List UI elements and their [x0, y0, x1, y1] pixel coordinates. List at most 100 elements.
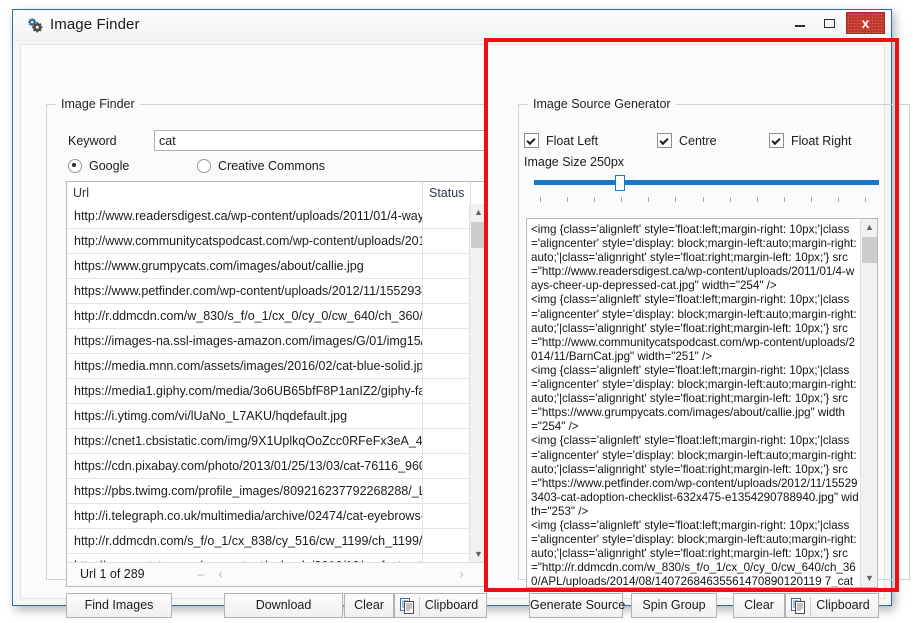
download-button[interactable]: Download — [224, 593, 343, 618]
url-grid-body[interactable]: http://www.readersdigest.ca/wp-content/u… — [67, 204, 471, 563]
source-scrollbar[interactable]: ▲ ▼ — [860, 219, 877, 587]
find-images-button[interactable]: Find Images — [66, 593, 172, 618]
table-row[interactable]: https://media1.giphy.com/media/3o6UB65bf… — [67, 379, 471, 404]
cell-url[interactable]: http://r.ddmcdn.com/w_830/s_f/o_1/cx_0/c… — [67, 304, 423, 328]
cell-url[interactable]: https://www.grumpycats.com/images/about/… — [67, 254, 423, 278]
checkbox-float-right[interactable]: Float Right — [769, 133, 851, 148]
column-header-status[interactable]: Status — [423, 182, 471, 204]
url-grid-scrollbar-thumb[interactable] — [471, 222, 486, 248]
window-title: Image Finder — [50, 16, 140, 33]
chevron-up-icon[interactable]: ▲ — [861, 219, 877, 236]
table-row[interactable]: https://pbs.twimg.com/profile_images/809… — [67, 479, 471, 504]
table-row[interactable]: https://i.ytimg.com/vi/lUaNo_L7AKU/hqdef… — [67, 404, 471, 429]
cell-status[interactable] — [423, 479, 471, 503]
clear-button-left[interactable]: Clear — [344, 593, 394, 618]
spin-group-button[interactable]: Spin Group — [631, 593, 717, 618]
clipboard-icon — [791, 598, 806, 622]
table-row[interactable]: https://www.petfinder.com/wp-content/upl… — [67, 279, 471, 304]
cell-status[interactable] — [423, 204, 471, 228]
radio-google[interactable]: Google — [68, 159, 129, 173]
table-row[interactable]: https://www.grumpycats.com/images/about/… — [67, 254, 471, 279]
keyword-label: Keyword — [68, 134, 117, 148]
grid-minus-button[interactable]: – — [192, 566, 209, 583]
cell-status[interactable] — [423, 304, 471, 328]
cell-status[interactable] — [423, 354, 471, 378]
cell-status[interactable] — [423, 454, 471, 478]
cell-url[interactable]: https://cdn.pixabay.com/photo/2013/01/25… — [67, 454, 423, 478]
source-text[interactable]: <img {class='alignleft' style='float:lef… — [527, 219, 862, 587]
url-grid-scrollbar[interactable]: ▲ ▼ — [469, 204, 486, 563]
radio-creative-commons-dot — [197, 159, 211, 173]
clipboard-label-left: Clipboard — [424, 598, 479, 612]
cell-status[interactable] — [423, 254, 471, 278]
slider-tick — [648, 197, 650, 202]
checkbox-float-left[interactable]: Float Left — [524, 133, 598, 148]
generate-source-button[interactable]: Generate Source — [529, 593, 625, 618]
cell-url[interactable]: http://www.communitycatspodcast.com/wp-c… — [67, 229, 423, 253]
table-row[interactable]: http://r.ddmcdn.com/w_830/s_f/o_1/cx_0/c… — [67, 304, 471, 329]
close-icon: x — [861, 15, 870, 31]
slider-tick — [810, 197, 812, 202]
cell-status[interactable] — [423, 404, 471, 428]
table-row[interactable]: https://images-na.ssl-images-amazon.com/… — [67, 329, 471, 354]
table-row[interactable]: https://media.mnn.com/assets/images/2016… — [67, 354, 471, 379]
table-row[interactable]: http://i.telegraph.co.uk/multimedia/arch… — [67, 504, 471, 529]
table-row[interactable]: http://www.readersdigest.ca/wp-content/u… — [67, 204, 471, 229]
cell-url[interactable]: http://r.ddmcdn.com/s_f/o_1/cx_838/cy_51… — [67, 529, 423, 553]
maximize-button[interactable] — [816, 13, 843, 34]
column-header-url[interactable]: Url — [67, 182, 423, 204]
checkbox-centre[interactable]: Centre — [657, 133, 717, 148]
cell-status[interactable] — [423, 379, 471, 403]
radio-google-dot — [68, 159, 82, 173]
cell-status[interactable] — [423, 429, 471, 453]
clear-label-left: Clear — [354, 598, 384, 612]
cell-url[interactable]: https://pbs.twimg.com/profile_images/809… — [67, 479, 423, 503]
checkbox-float-right-label: Float Right — [791, 133, 852, 148]
cell-status[interactable] — [423, 279, 471, 303]
table-row[interactable]: http://r.ddmcdn.com/s_f/o_1/cx_838/cy_51… — [67, 529, 471, 554]
clear-button-right[interactable]: Clear — [733, 593, 785, 618]
table-row[interactable]: https://cdn.pixabay.com/photo/2013/01/25… — [67, 454, 471, 479]
slider-track[interactable] — [534, 180, 879, 185]
keyword-input[interactable] — [154, 130, 486, 151]
cell-status[interactable] — [423, 529, 471, 553]
gears-icon — [27, 18, 45, 34]
cell-url[interactable]: http://www.readersdigest.ca/wp-content/u… — [67, 204, 423, 228]
source-text-box[interactable]: <img {class='alignleft' style='float:lef… — [526, 218, 878, 588]
download-label: Download — [255, 598, 312, 612]
close-button[interactable]: x — [846, 12, 885, 34]
chevron-down-icon[interactable]: ▼ — [470, 546, 486, 563]
cell-status[interactable] — [423, 504, 471, 528]
clipboard-button-left[interactable]: Clipboard — [394, 593, 487, 618]
cell-status[interactable] — [423, 229, 471, 253]
slider-tick — [783, 197, 785, 202]
cell-url[interactable]: https://i.ytimg.com/vi/lUaNo_L7AKU/hqdef… — [67, 404, 423, 428]
clipboard-label-right: Clipboard — [816, 598, 870, 612]
url-grid[interactable]: Url Status http://www.readersdigest.ca/w… — [66, 181, 487, 587]
client-area: Image Finder Keyword Google Creative Com… — [20, 44, 910, 618]
image-size-label: Image Size 250px — [524, 155, 625, 169]
minimize-button[interactable] — [787, 13, 814, 34]
slider-thumb[interactable] — [615, 175, 626, 191]
clipboard-button-right[interactable]: Clipboard — [785, 593, 879, 618]
checkbox-float-left-label: Float Left — [546, 133, 599, 148]
grid-prev-button[interactable]: ‹ — [212, 566, 229, 583]
cell-status[interactable] — [423, 329, 471, 353]
checkbox-centre-box — [657, 133, 672, 148]
chevron-up-icon[interactable]: ▲ — [470, 204, 486, 221]
image-size-slider[interactable] — [534, 175, 879, 202]
grid-next-button[interactable]: › — [453, 566, 470, 583]
table-row[interactable]: http://www.communitycatspodcast.com/wp-c… — [67, 229, 471, 254]
checkbox-float-left-box — [524, 133, 539, 148]
cell-url[interactable]: https://cnet1.cbsistatic.com/img/9X1Uplk… — [67, 429, 423, 453]
cell-url[interactable]: https://www.petfinder.com/wp-content/upl… — [67, 279, 423, 303]
table-row[interactable]: https://cnet1.cbsistatic.com/img/9X1Uplk… — [67, 429, 471, 454]
cell-url[interactable]: https://images-na.ssl-images-amazon.com/… — [67, 329, 423, 353]
radio-creative-commons[interactable]: Creative Commons — [197, 159, 325, 173]
cell-url[interactable]: https://media.mnn.com/assets/images/2016… — [67, 354, 423, 378]
chevron-down-icon[interactable]: ▼ — [861, 570, 877, 587]
source-scrollbar-thumb[interactable] — [862, 237, 877, 263]
slider-tick — [594, 197, 596, 202]
cell-url[interactable]: http://i.telegraph.co.uk/multimedia/arch… — [67, 504, 423, 528]
cell-url[interactable]: https://media1.giphy.com/media/3o6UB65bf… — [67, 379, 423, 403]
